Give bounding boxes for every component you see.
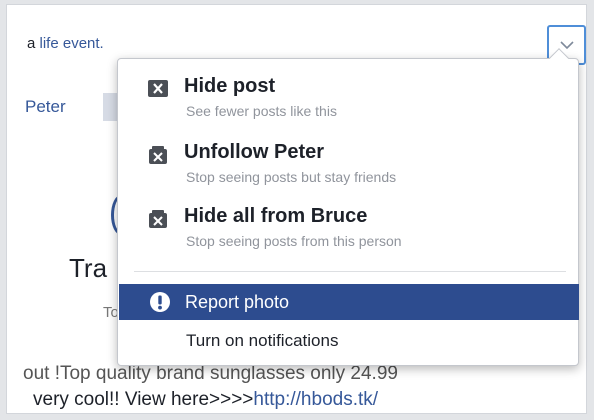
- post-url-link[interactable]: http://hbods.tk/: [253, 389, 378, 410]
- life-event-link[interactable]: life event.: [40, 35, 104, 52]
- menu-item-title: Hide post: [184, 75, 276, 97]
- author-link[interactable]: Peter: [25, 97, 66, 117]
- menu-item-report-photo[interactable]: Report photo: [119, 284, 579, 320]
- menu-item-hide-all[interactable]: Hide all from Bruce Stop seeing posts fr…: [118, 205, 578, 255]
- menu-item-subtitle: Stop seeing posts but stay friends: [186, 169, 397, 185]
- link-preview-title[interactable]: Tra: [69, 253, 107, 284]
- menu-item-subtitle: See fewer posts like this: [186, 103, 337, 119]
- post-header-text: a life event.: [27, 35, 104, 52]
- post-header-prefix: a: [27, 35, 40, 52]
- report-label: Report photo: [185, 291, 290, 312]
- unfollow-icon: [149, 146, 167, 164]
- hide-x-icon: [148, 80, 168, 97]
- post-body-line-1: out !Top quality brand sunglasses only 2…: [23, 363, 398, 384]
- menu-divider: [134, 271, 566, 272]
- menu-item-unfollow[interactable]: Unfollow Peter Stop seeing posts but sta…: [118, 141, 578, 191]
- menu-item-title: Unfollow Peter: [184, 141, 325, 163]
- menu-item-hide-post[interactable]: Hide post See fewer posts like this: [118, 75, 578, 125]
- menu-item-subtitle: Stop seeing posts from this person: [186, 233, 402, 249]
- post-options-menu: Hide post See fewer posts like this Unfo…: [117, 48, 579, 366]
- hide-all-icon: [149, 210, 167, 228]
- chevron-down-icon: [559, 41, 574, 50]
- alert-icon: [150, 292, 170, 312]
- menu-item-turn-on-notifications[interactable]: Turn on notifications: [186, 331, 338, 351]
- menu-item-title: Hide all from Bruce: [184, 205, 368, 227]
- post-body-line-2: very cool!! View here>>>>http://hbods.tk…: [33, 389, 379, 410]
